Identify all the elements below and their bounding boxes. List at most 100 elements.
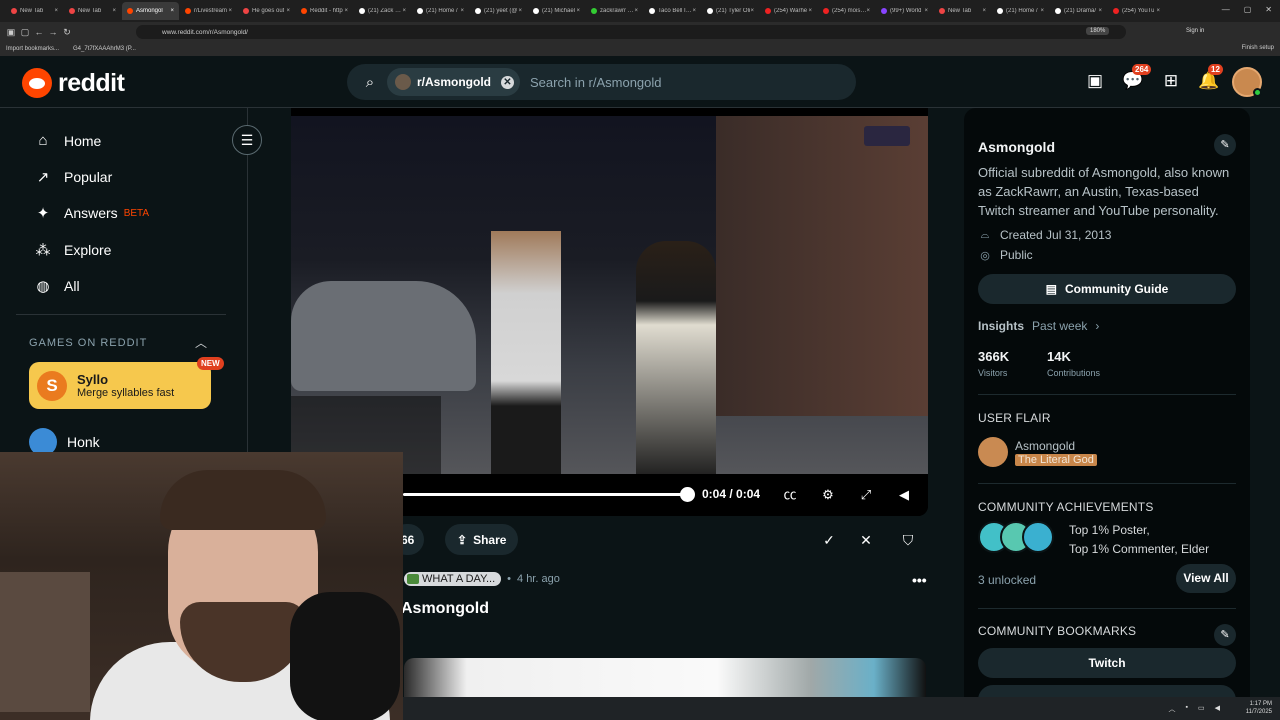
tab-close-icon[interactable]: ×: [344, 8, 348, 14]
sidebar-item-popular[interactable]: ↗ Popular: [34, 168, 113, 186]
share-label: Share: [473, 532, 507, 547]
clear-chip-icon[interactable]: ✕: [501, 75, 514, 89]
search-input[interactable]: Search in r/Asmongold: [530, 75, 662, 90]
notifications-icon[interactable]: 🔔 12: [1198, 64, 1223, 92]
tab-close-icon[interactable]: ×: [112, 8, 116, 14]
browser-tab[interactable]: Asmongol ×: [122, 2, 179, 20]
browser-tab[interactable]: (21) Tyler Oli ×: [702, 2, 759, 20]
tab-close-icon[interactable]: ×: [750, 8, 754, 14]
tray-chevron-icon[interactable]: ︿: [1169, 704, 1176, 714]
sidebar-item-all[interactable]: ◍ All: [34, 277, 79, 295]
close-window-icon[interactable]: ✕: [1265, 5, 1272, 14]
back-icon[interactable]: ←: [32, 27, 46, 37]
reload-icon[interactable]: ↻: [60, 27, 74, 38]
browser-tab[interactable]: (21) Michael ×: [528, 2, 585, 20]
browser-tab[interactable]: (99+) World ×: [876, 2, 933, 20]
tab-close-icon[interactable]: ×: [54, 8, 58, 14]
maximize-icon[interactable]: ▢: [1244, 5, 1252, 14]
achievement-badges[interactable]: [978, 521, 1054, 553]
settings-icon[interactable]: ⚙: [818, 485, 838, 505]
tab-close-icon[interactable]: ×: [1098, 8, 1102, 14]
tab-close-icon[interactable]: ×: [982, 8, 986, 14]
tab-close-icon[interactable]: ×: [286, 8, 290, 14]
browser-tab[interactable]: r/Livestream ×: [180, 2, 237, 20]
tab-close-icon[interactable]: ×: [692, 8, 696, 14]
user-flair[interactable]: Asmongold The Literal God: [978, 437, 1097, 467]
tab-close-icon[interactable]: ×: [518, 8, 522, 14]
forward-icon[interactable]: →: [46, 27, 60, 37]
clock[interactable]: 1:17 PM 11/7/2025: [1246, 700, 1272, 716]
bookmark-item[interactable]: G4_7t7fXAAAhrM3 (P...: [73, 46, 136, 52]
edit-bookmarks-icon[interactable]: ✎: [1214, 624, 1236, 646]
overflow-menu-icon[interactable]: •••: [912, 572, 927, 588]
tray-app-icon[interactable]: ▪: [1186, 704, 1188, 714]
browser-tab[interactable]: (21) Home / ×: [992, 2, 1049, 20]
browser-tab[interactable]: (254) Warhe ×: [760, 2, 817, 20]
community-guide-button[interactable]: ▤ Community Guide: [978, 274, 1236, 304]
browser-tab[interactable]: (21) Drama/×: [1050, 2, 1107, 20]
browser-tab[interactable]: (254) moist c ×: [818, 2, 875, 20]
create-post-icon[interactable]: ⊞: [1160, 70, 1182, 92]
sidebar-toggle-icon[interactable]: ▣: [4, 27, 18, 38]
subreddit-chip[interactable]: r/Asmongold ✕: [387, 68, 520, 96]
progress-bar[interactable]: [403, 493, 687, 496]
zoom-indicator[interactable]: 180%: [1086, 27, 1110, 35]
user-avatar[interactable]: [1232, 67, 1262, 97]
volume-tray-icon[interactable]: ◀: [1215, 704, 1220, 714]
tab-close-icon[interactable]: ×: [402, 8, 406, 14]
captions-icon[interactable]: ㏄: [780, 485, 800, 505]
advertise-icon[interactable]: ▣: [1084, 70, 1106, 92]
tab-close-icon[interactable]: ×: [1156, 8, 1160, 14]
post-flair[interactable]: WHAT A DAY...: [404, 572, 502, 586]
chat-icon[interactable]: 💬 264: [1122, 64, 1152, 92]
sidebar-item-home[interactable]: ⌂ Home: [34, 132, 101, 149]
sign-in-button[interactable]: Sign in: [1186, 28, 1204, 34]
browser-tab[interactable]: (21) Zack (@ ×: [354, 2, 411, 20]
fullscreen-icon[interactable]: ⤢: [856, 485, 876, 505]
browser-tab[interactable]: He goes out ×: [238, 2, 295, 20]
twitch-bookmark-button[interactable]: Twitch: [978, 648, 1236, 678]
sidebar-item-explore[interactable]: ⁂ Explore: [34, 241, 112, 259]
address-bar[interactable]: www.reddit.com/r/Asmongold/: [136, 25, 1126, 39]
view-all-button[interactable]: View All: [1176, 564, 1236, 593]
tab-close-icon[interactable]: ×: [1040, 8, 1044, 14]
browser-tab[interactable]: New Tab ×: [64, 2, 121, 20]
browser-tab[interactable]: (21) Home / ×: [412, 2, 469, 20]
tab-actions-icon[interactable]: ▢: [18, 27, 32, 38]
progress-scrubber[interactable]: [680, 487, 695, 502]
tab-close-icon[interactable]: ×: [924, 8, 928, 14]
tab-close-icon[interactable]: ×: [170, 8, 174, 14]
tab-close-icon[interactable]: ×: [634, 8, 638, 14]
post-title[interactable]: Asmongold: [401, 600, 489, 618]
browser-tab[interactable]: New Tab ×: [934, 2, 991, 20]
tab-close-icon[interactable]: ×: [460, 8, 464, 14]
tab-close-icon[interactable]: ×: [576, 8, 580, 14]
collapse-sidebar-button[interactable]: ☰: [232, 125, 262, 155]
sidebar-item-answers[interactable]: ✦ Answers BETA: [34, 204, 149, 222]
insights-row[interactable]: Insights Past week ›: [978, 319, 1099, 333]
volume-icon[interactable]: ◀: [894, 485, 914, 505]
edit-icon[interactable]: ✎: [1214, 134, 1236, 156]
post-thumbnail[interactable]: [404, 658, 926, 698]
remove-icon[interactable]: ✕: [854, 528, 878, 552]
browser-tab[interactable]: (254) YouTu ×: [1108, 2, 1165, 20]
tab-close-icon[interactable]: ×: [808, 8, 812, 14]
bookmark-import[interactable]: Import bookmarks...: [6, 46, 59, 52]
reddit-logo[interactable]: reddit: [22, 68, 125, 98]
browser-tab[interactable]: zackrawrr - S ×: [586, 2, 643, 20]
network-icon[interactable]: ▭: [1198, 704, 1205, 714]
tab-close-icon[interactable]: ×: [866, 8, 870, 14]
search-bar[interactable]: ⌕ r/Asmongold ✕ Search in r/Asmongold: [347, 64, 856, 100]
tab-close-icon[interactable]: ×: [228, 8, 232, 14]
browser-tab[interactable]: Reddit - http ×: [296, 2, 353, 20]
approve-icon[interactable]: ✓: [817, 528, 841, 552]
mod-shield-icon[interactable]: ⛉: [896, 528, 920, 552]
browser-tab[interactable]: (21) yeet (@ ×: [470, 2, 527, 20]
browser-tab[interactable]: New Tab ×: [6, 2, 63, 20]
share-button[interactable]: ⇪ Share: [445, 524, 519, 555]
finish-setup-button[interactable]: Finish setup: [1242, 45, 1274, 51]
browser-tab[interactable]: Taco Bell Is F ×: [644, 2, 701, 20]
syllo-game-card[interactable]: S Syllo Merge syllables fast: [29, 362, 211, 409]
chevron-up-icon[interactable]: ︿: [195, 334, 207, 351]
minimize-icon[interactable]: —: [1222, 5, 1230, 14]
